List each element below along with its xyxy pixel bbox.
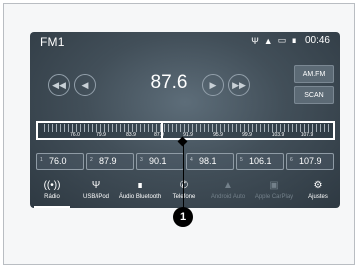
callout-line [183, 143, 184, 213]
bluetooth-icon: ∎ [136, 180, 144, 191]
phone-icon: ✆ [162, 178, 206, 194]
preset-frequency: 98.1 [199, 156, 217, 166]
android-auto-icon: ▲ [223, 180, 233, 191]
battery-icon: ▭ [277, 35, 287, 45]
bottom-navigation: ((•)) Rádio Ψ USB/iPod ∎ Áudio Bluetooth… [30, 178, 340, 208]
preset-number: 3 [140, 157, 143, 163]
status-bar: FM1 Ψ ▲ ▭ ∎ 00:46 [30, 32, 340, 50]
tuner-label: 83.9 [126, 132, 136, 138]
seek-up-button[interactable]: ▶ [202, 74, 224, 96]
nav-audio-bluetooth[interactable]: ∎ Áudio Bluetooth [118, 178, 162, 200]
seek-down-button[interactable]: ◀ [74, 74, 96, 96]
preset-2[interactable]: 2 87.9 [86, 153, 134, 170]
skip-forward-button[interactable]: ▶▶ [228, 74, 250, 96]
skip-forward-icon: ▶▶ [232, 79, 246, 90]
preset-6[interactable]: 6 107.9 [286, 153, 334, 170]
nav-radio[interactable]: ((•)) Rádio [30, 178, 74, 208]
tuner-ticks [44, 124, 329, 132]
scan-label: SCAN [304, 91, 324, 99]
gear-icon: ⚙ [313, 180, 323, 191]
preset-4[interactable]: 4 98.1 [186, 153, 234, 170]
nav-usb[interactable]: Ψ USB/iPod [74, 178, 118, 200]
status-icons: Ψ ▲ ▭ ∎ 00:46 [251, 35, 330, 46]
nav-android-auto[interactable]: ▲ Android Auto [206, 178, 250, 200]
clock: 00:46 [304, 35, 330, 46]
nav-label: Ajustes [308, 194, 328, 200]
preset-number: 1 [40, 157, 43, 163]
scan-button[interactable]: SCAN [294, 86, 334, 104]
tuner-label: 79.9 [96, 132, 106, 138]
tuner-label: 95.9 [213, 132, 223, 138]
preset-number: 4 [190, 157, 193, 163]
radio-waves-icon: ((•)) [43, 180, 61, 191]
nav-label: Telefone [172, 194, 196, 200]
nav-label: USB/iPod [82, 194, 109, 200]
audio-screen: FM1 Ψ ▲ ▭ ∎ 00:46 ◀◀ ◀ 87.6 ▶ ▶▶ AM.FM S… [30, 32, 340, 208]
preset-list: 1 76.0 2 87.9 3 90.1 4 98.1 5 106.1 6 10… [36, 153, 334, 170]
preset-number: 5 [240, 157, 243, 163]
skip-back-icon: ◀◀ [52, 79, 66, 90]
preset-frequency: 90.1 [149, 156, 167, 166]
preset-frequency: 106.1 [249, 156, 272, 166]
usb-icon: Ψ [251, 35, 259, 46]
tuner-label: 91.9 [183, 132, 193, 138]
bluetooth-icon: ∎ [291, 35, 297, 45]
tuner-label: 76.0 [70, 132, 80, 138]
skip-back-button[interactable]: ◀◀ [48, 74, 70, 96]
frequency-tuner[interactable]: 76.0 79.9 83.9 87.9 91.9 95.9 99.9 103.9… [36, 121, 335, 140]
preset-frequency: 87.9 [99, 156, 117, 166]
preset-number: 2 [90, 157, 93, 163]
current-frequency: 87.6 [150, 72, 188, 93]
signal-icon: ▲ [263, 35, 273, 46]
nav-settings[interactable]: ⚙ Ajustes [296, 178, 340, 200]
preset-3[interactable]: 3 90.1 [136, 153, 184, 170]
preset-frequency: 76.0 [49, 156, 67, 166]
usb-icon: Ψ [91, 180, 101, 191]
seek-left-icon: ◀ [81, 79, 89, 90]
nav-phone[interactable]: ✆ Telefone [162, 178, 206, 200]
am-fm-button[interactable]: AM.FM [294, 65, 334, 83]
band-label: FM1 [40, 35, 65, 49]
am-fm-label: AM.FM [302, 70, 326, 78]
nav-apple-carplay[interactable]: ▣ Apple CarPlay [252, 178, 296, 200]
seek-right-icon: ▶ [209, 79, 217, 90]
callout-number: 1 [179, 211, 187, 223]
nav-label: Áudio Bluetooth [118, 194, 162, 200]
nav-label: Apple CarPlay [254, 194, 294, 200]
tuner-label: 99.9 [242, 132, 252, 138]
carplay-icon: ▣ [269, 180, 279, 191]
preset-5[interactable]: 5 106.1 [236, 153, 284, 170]
active-indicator [34, 206, 70, 208]
tuner-label: 103.9 [271, 132, 285, 138]
preset-1[interactable]: 1 76.0 [36, 153, 84, 170]
tuner-label: 87.9 [154, 132, 164, 138]
figure-frame: FM1 Ψ ▲ ▭ ∎ 00:46 ◀◀ ◀ 87.6 ▶ ▶▶ AM.FM S… [3, 3, 355, 265]
callout-marker: 1 [173, 207, 193, 227]
preset-number: 6 [290, 157, 293, 163]
preset-frequency: 107.9 [299, 156, 322, 166]
nav-label: Android Auto [210, 194, 246, 200]
nav-label: Rádio [44, 194, 60, 200]
tuner-label: 107.9 [300, 132, 314, 138]
